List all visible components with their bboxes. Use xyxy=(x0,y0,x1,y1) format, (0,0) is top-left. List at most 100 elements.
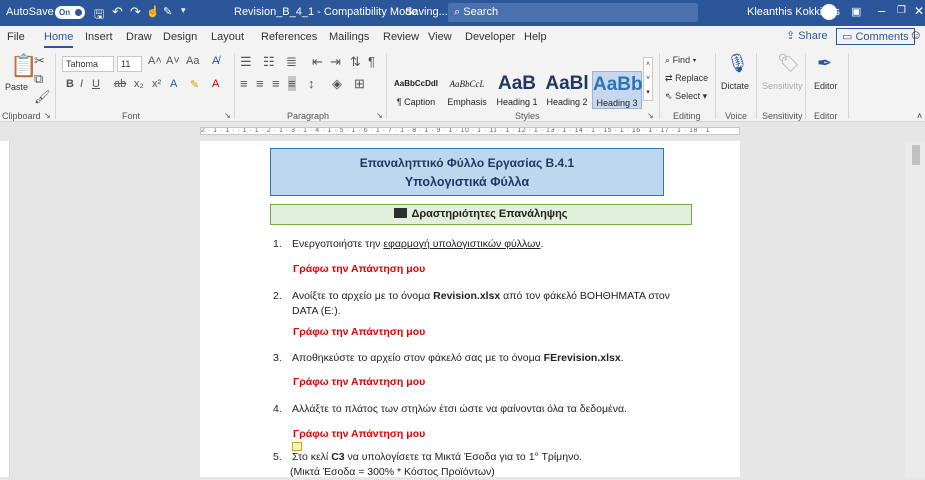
text-effects-icon[interactable]: A xyxy=(170,78,177,90)
select-button[interactable]: ⇖ Select ▾ xyxy=(665,91,707,102)
tab-layout[interactable]: Layout xyxy=(211,31,244,43)
horizontal-ruler: 2 · 1 · 1 · · 1 · 1 · 2 · 1 · 3 · 1 · 4 … xyxy=(0,122,925,141)
font-launcher-icon[interactable]: ↘ xyxy=(224,111,231,120)
search-box[interactable]: ⌕ Search xyxy=(448,3,698,22)
shading-icon[interactable]: ◈ xyxy=(332,76,342,92)
paste-button[interactable]: Paste xyxy=(5,82,28,92)
bullets-icon[interactable]: ☰ xyxy=(240,54,252,70)
ruler-scale[interactable]: 2 · 1 · 1 · · 1 · 1 · 2 · 1 · 3 · 1 · 4 … xyxy=(200,127,740,135)
microphone-icon[interactable]: 🎙 xyxy=(726,53,749,74)
clear-formatting-icon[interactable]: A̸ xyxy=(212,55,219,67)
tab-home[interactable]: Home xyxy=(44,31,74,48)
sensitivity-button[interactable]: Sensitivity xyxy=(762,81,803,91)
tab-references[interactable]: References xyxy=(261,31,317,43)
tab-review[interactable]: Review xyxy=(383,31,419,43)
share-button[interactable]: ⇪ Share xyxy=(786,29,828,42)
styles-launcher-icon[interactable]: ↘ xyxy=(647,111,654,120)
highlight-icon[interactable]: ✎ xyxy=(190,78,199,91)
style-heading-2[interactable]: AaBl Heading 2 xyxy=(542,71,592,107)
avatar[interactable] xyxy=(821,4,837,20)
autosave-toggle[interactable]: On xyxy=(55,6,85,19)
style-heading-3[interactable]: AaBb Heading 3 xyxy=(592,71,643,109)
italic-icon[interactable]: I xyxy=(80,78,83,90)
minimize-icon[interactable]: – xyxy=(878,3,885,18)
redo-icon[interactable]: ↷ xyxy=(130,4,141,20)
multilevel-list-icon[interactable]: ≣ xyxy=(286,54,297,70)
answer-placeholder[interactable]: Γράφω την Απάντηση μου xyxy=(293,376,425,388)
divider xyxy=(659,53,660,119)
justify-icon[interactable]: ≡ xyxy=(288,76,296,91)
editor-button[interactable]: Editor xyxy=(814,81,838,91)
font-size-box[interactable]: 11 xyxy=(117,56,142,72)
tab-mailings[interactable]: Mailings xyxy=(329,31,369,43)
sensitivity-icon[interactable]: 🏷 xyxy=(777,53,800,74)
group-font: Font xyxy=(122,111,141,121)
align-right-icon[interactable]: ≡ xyxy=(272,76,280,91)
style-caption[interactable]: AaBbCcDdI ¶ Caption xyxy=(390,71,442,107)
copy-icon[interactable]: ⧉ xyxy=(34,71,43,87)
group-voice: Voice xyxy=(725,111,748,121)
vertical-scrollbar[interactable] xyxy=(905,141,925,477)
change-case-icon[interactable]: Aa xyxy=(186,55,199,67)
cut-icon[interactable]: ✂ xyxy=(34,53,45,69)
tab-insert[interactable]: Insert xyxy=(85,31,113,43)
collapse-ribbon-icon[interactable]: ˄ xyxy=(917,111,922,121)
style-emphasis[interactable]: AaBbCcL Emphasis xyxy=(442,71,492,107)
undo-icon[interactable]: ↶ xyxy=(112,4,123,20)
strikethrough-icon[interactable]: ab xyxy=(114,78,126,90)
format-painter-qa-icon[interactable]: ✎ xyxy=(163,5,172,18)
ribbon-display-icon[interactable]: ▣ xyxy=(851,5,861,18)
align-left-icon[interactable]: ≡ xyxy=(240,76,248,91)
superscript-icon[interactable]: x² xyxy=(152,78,161,90)
grow-font-icon[interactable]: A˄ xyxy=(148,55,162,67)
close-icon[interactable]: ✕ xyxy=(914,4,924,18)
numbering-icon[interactable]: ☷ xyxy=(263,54,275,70)
underline-icon[interactable]: U xyxy=(92,78,100,90)
font-name-box[interactable]: Tahoma xyxy=(62,56,114,72)
font-color-icon[interactable]: A xyxy=(212,78,219,90)
customize-qat-icon[interactable]: ▾ xyxy=(181,5,186,16)
style-label: ¶ Caption xyxy=(396,97,436,107)
style-preview: AaBbCcL xyxy=(449,79,485,89)
answer-placeholder[interactable]: Γράφω την Απάντηση μου xyxy=(293,428,425,440)
scroll-thumb[interactable] xyxy=(912,145,920,165)
document-page[interactable]: Επαναληπτικό Φύλλο Εργασίας Β.4.1 Υπολογ… xyxy=(200,141,740,478)
sort-icon[interactable]: ⇅ xyxy=(350,54,361,70)
save-icon[interactable]: 🖫 xyxy=(94,5,104,26)
tab-developer[interactable]: Developer xyxy=(465,31,515,43)
hyperlink[interactable]: εφαρμογή υπολογιστικών φύλλων xyxy=(383,238,540,250)
styles-scroll-icon[interactable]: ˄ ˅ ▾ xyxy=(643,57,653,101)
decrease-indent-icon[interactable]: ⇤ xyxy=(312,54,323,70)
clipboard-launcher-icon[interactable]: ↘ xyxy=(44,111,51,120)
feedback-smiley-icon[interactable]: ☺ xyxy=(909,27,922,42)
find-button[interactable]: ⌕ Find ▾ xyxy=(665,55,696,66)
divider xyxy=(715,53,716,119)
answer-placeholder[interactable]: Γράφω την Απάντηση μου xyxy=(293,326,425,338)
replace-button[interactable]: ⇄ Replace xyxy=(665,73,708,84)
answer-placeholder[interactable]: Γράφω την Απάντηση μου xyxy=(293,263,425,275)
paragraph-launcher-icon[interactable]: ↘ xyxy=(376,111,383,120)
line-spacing-icon[interactable]: ↕ xyxy=(308,76,315,91)
shrink-font-icon[interactable]: A˅ xyxy=(166,55,180,67)
item-text: Αλλάξτε το πλάτος των στηλών έτσι ώστε ν… xyxy=(292,403,627,415)
restore-icon[interactable]: ❐ xyxy=(897,5,906,16)
search-placeholder: Search xyxy=(463,6,499,18)
subscript-icon[interactable]: x₂ xyxy=(134,78,144,90)
touch-mode-icon[interactable]: ☝ xyxy=(146,5,160,18)
editor-icon[interactable]: ✒ xyxy=(817,53,832,74)
increase-indent-icon[interactable]: ⇥ xyxy=(330,54,341,70)
tab-view[interactable]: View xyxy=(428,31,452,43)
dictate-button[interactable]: Dictate xyxy=(721,81,749,91)
tab-draw[interactable]: Draw xyxy=(126,31,152,43)
style-heading-1[interactable]: AaB Heading 1 xyxy=(492,71,542,107)
tab-design[interactable]: Design xyxy=(163,31,197,43)
align-center-icon[interactable]: ≡ xyxy=(256,76,264,91)
comments-button[interactable]: ▭ Comments xyxy=(836,28,915,45)
borders-icon[interactable]: ⊞ xyxy=(354,76,365,92)
tab-help[interactable]: Help xyxy=(524,31,547,43)
show-marks-icon[interactable]: ¶ xyxy=(368,54,375,69)
comment-icon: ▭ xyxy=(842,31,853,43)
bold-icon[interactable]: B xyxy=(66,78,74,90)
tab-file[interactable]: File xyxy=(7,31,25,43)
format-painter-icon[interactable]: 🖌 xyxy=(34,89,51,105)
